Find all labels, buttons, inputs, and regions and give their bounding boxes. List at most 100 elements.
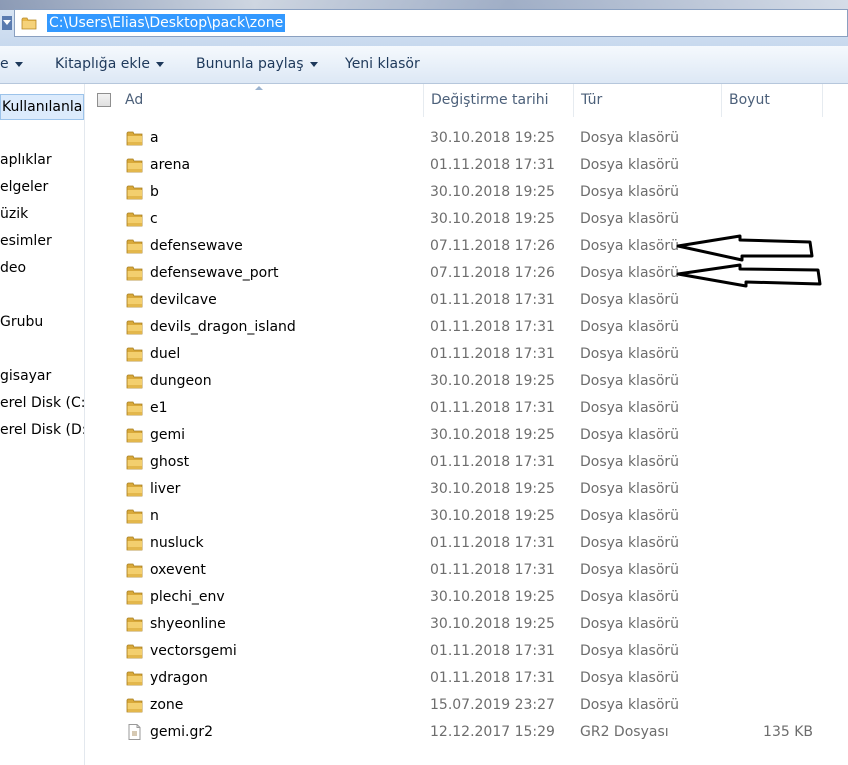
file-row[interactable]: gemi.gr2 12.12.2017 15:29 GR2 Dosyası 135 K…: [85, 719, 848, 746]
file-date-modified: 30.10.2018 19:25: [430, 616, 555, 632]
file-row[interactable]: devils_dragon_island 01.11.2018 17:31 Dosy…: [85, 314, 848, 341]
arrow-icon: [676, 263, 822, 288]
arrow-icon: [676, 234, 814, 262]
file-row[interactable]: plechi_env 30.10.2018 19:25 Dosya klasörü: [85, 584, 848, 611]
folder-icon: [126, 535, 143, 551]
file-name: defensewave_port: [150, 265, 279, 281]
file-row[interactable]: e1 01.11.2018 17:31 Dosya klasörü: [85, 395, 848, 422]
file-name: devils_dragon_island: [150, 319, 296, 335]
file-row[interactable]: b 30.10.2018 19:25 Dosya klasörü: [85, 179, 848, 206]
share-with-button[interactable]: Bununla paylaş: [196, 46, 318, 83]
file-type: Dosya klasörü: [580, 616, 680, 632]
file-name: n: [150, 508, 159, 524]
file-date-modified: 01.11.2018 17:31: [430, 643, 555, 659]
folder-icon: [126, 697, 143, 713]
nav-item-videos[interactable]: deo: [0, 260, 26, 276]
column-name[interactable]: Ad: [118, 84, 424, 117]
file-date-modified: 01.11.2018 17:31: [430, 346, 555, 362]
file-date-modified: 01.11.2018 17:31: [430, 454, 555, 470]
file-name: ghost: [150, 454, 190, 470]
file-name: nusluck: [150, 535, 204, 551]
file-row[interactable]: shyeonline 30.10.2018 19:25 Dosya klasörü: [85, 611, 848, 638]
file-name: c: [150, 211, 158, 227]
folder-icon: [126, 562, 143, 578]
new-folder-button[interactable]: Yeni klasör: [345, 46, 420, 83]
file-date-modified: 01.11.2018 17:31: [430, 670, 555, 686]
file-date-modified: 30.10.2018 19:25: [430, 481, 555, 497]
file-type: Dosya klasörü: [580, 562, 680, 578]
nav-item-libraries[interactable]: aplıklar: [0, 152, 52, 168]
file-row[interactable]: devilcave 01.11.2018 17:31 Dosya klasörü: [85, 287, 848, 314]
folder-icon: [126, 130, 143, 146]
column-header: Ad Değiştirme tarihi Tür Boyut: [85, 84, 848, 117]
file-name: e1: [150, 400, 168, 416]
file-row[interactable]: ydragon 01.11.2018 17:31 Dosya klasörü: [85, 665, 848, 692]
file-row[interactable]: arena 01.11.2018 17:31 Dosya klasörü: [85, 152, 848, 179]
folder-icon: [126, 319, 143, 335]
organize-label: e: [0, 56, 9, 72]
folder-icon: [126, 427, 143, 443]
folder-icon: [126, 670, 143, 686]
file-row[interactable]: zone 15.07.2019 23:27 Dosya klasörü: [85, 692, 848, 719]
folder-icon: [126, 481, 143, 497]
file-row[interactable]: c 30.10.2018 19:25 Dosya klasörü: [85, 206, 848, 233]
file-name: gemi.gr2: [150, 724, 214, 740]
column-date-modified[interactable]: Değiştirme tarihi: [424, 84, 574, 117]
file-name: oxevent: [150, 562, 206, 578]
file-row[interactable]: gemi 30.10.2018 19:25 Dosya klasörü: [85, 422, 848, 449]
folder-icon: [126, 400, 143, 416]
file-row[interactable]: dungeon 30.10.2018 19:25 Dosya klasörü: [85, 368, 848, 395]
folder-icon: [126, 211, 143, 227]
nav-item-homegroup[interactable]: Grubu: [0, 314, 43, 330]
file-name: liver: [150, 481, 181, 497]
file-name: dungeon: [150, 373, 212, 389]
folder-icon: [126, 589, 143, 605]
organize-button[interactable]: e: [0, 46, 23, 83]
chevron-down-icon: [155, 61, 164, 67]
file-row[interactable]: oxevent 01.11.2018 17:31 Dosya klasörü: [85, 557, 848, 584]
file-row[interactable]: ghost 01.11.2018 17:31 Dosya klasörü: [85, 449, 848, 476]
nav-item-documents[interactable]: elgeler: [0, 179, 48, 195]
nav-item-local-disk-d[interactable]: erel Disk (D:): [0, 422, 84, 438]
file-type: Dosya klasörü: [580, 319, 680, 335]
annotation-arrows: [676, 234, 822, 288]
file-date-modified: 30.10.2018 19:25: [430, 427, 555, 443]
nav-item-music[interactable]: üzik: [0, 206, 28, 222]
file-type: Dosya klasörü: [580, 130, 680, 146]
file-row[interactable]: liver 30.10.2018 19:25 Dosya klasörü: [85, 476, 848, 503]
address-bar[interactable]: C:\Users\Elias\Desktop\pack\zone: [14, 9, 848, 37]
nav-item-computer[interactable]: gisayar: [0, 368, 51, 384]
chevron-down-icon: [309, 61, 318, 67]
file-type: GR2 Dosyası: [580, 724, 669, 740]
add-to-library-button[interactable]: Kitaplığa ekle: [55, 46, 164, 83]
file-date-modified: 30.10.2018 19:25: [430, 211, 555, 227]
nav-item-local-disk-c[interactable]: erel Disk (C:): [0, 395, 84, 411]
folder-icon: [126, 616, 143, 632]
select-all-checkbox[interactable]: [97, 93, 111, 107]
file-date-modified: 01.11.2018 17:31: [430, 400, 555, 416]
file-row[interactable]: n 30.10.2018 19:25 Dosya klasörü: [85, 503, 848, 530]
address-path[interactable]: C:\Users\Elias\Desktop\pack\zone: [47, 14, 286, 32]
folder-icon: [126, 265, 143, 281]
nav-item-pictures[interactable]: esimler: [0, 233, 52, 249]
file-type: Dosya klasörü: [580, 184, 680, 200]
file-date-modified: 01.11.2018 17:31: [430, 535, 555, 551]
nav-item-recent[interactable]: Kullanılanla: [0, 94, 84, 120]
file-type: Dosya klasörü: [580, 346, 680, 362]
recent-locations-button[interactable]: [2, 16, 12, 30]
file-row[interactable]: a 30.10.2018 19:25 Dosya klasörü: [85, 125, 848, 152]
file-date-modified: 01.11.2018 17:31: [430, 319, 555, 335]
column-type[interactable]: Tür: [574, 84, 722, 117]
folder-icon: [126, 238, 143, 254]
file-name: ydragon: [150, 670, 208, 686]
file-icon: [126, 724, 143, 740]
file-type: Dosya klasörü: [580, 427, 680, 443]
file-date-modified: 07.11.2018 17:26: [430, 238, 555, 254]
file-type: Dosya klasörü: [580, 535, 680, 551]
file-row[interactable]: nusluck 01.11.2018 17:31 Dosya klasörü: [85, 530, 848, 557]
column-size[interactable]: Boyut: [722, 84, 823, 117]
file-type: Dosya klasörü: [580, 697, 680, 713]
file-name: defensewave: [150, 238, 243, 254]
file-row[interactable]: vectorsgemi 01.11.2018 17:31 Dosya klasörü: [85, 638, 848, 665]
file-row[interactable]: duel 01.11.2018 17:31 Dosya klasörü: [85, 341, 848, 368]
